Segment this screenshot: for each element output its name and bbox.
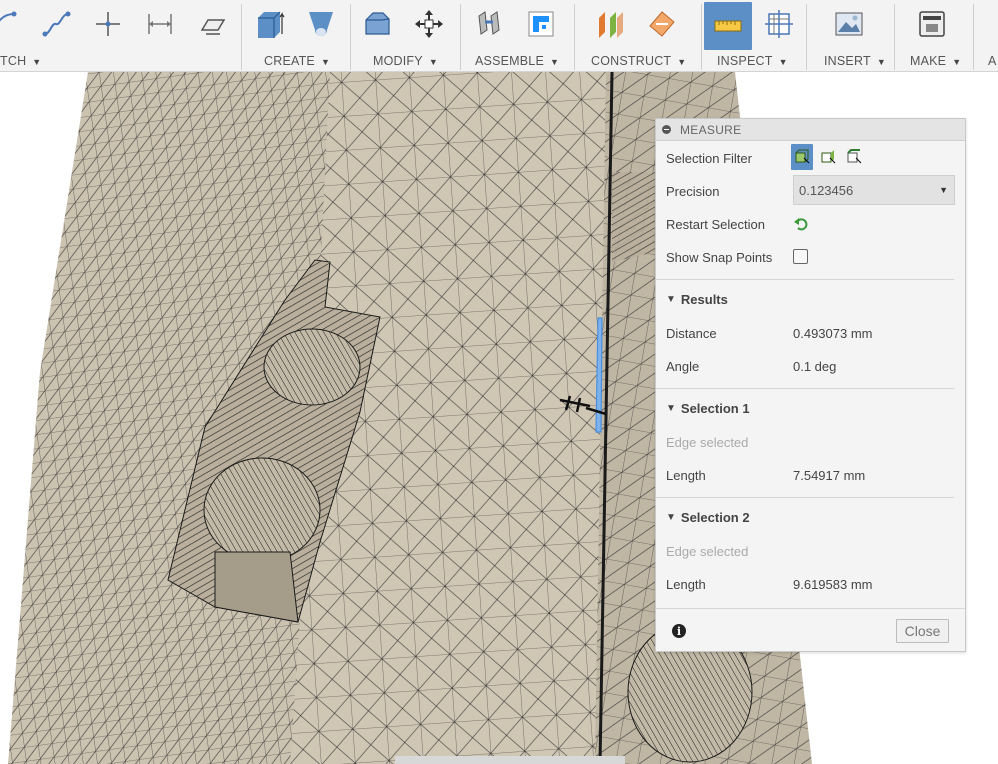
spline-icon[interactable] bbox=[38, 6, 74, 42]
chevron-down-icon: ▼ bbox=[939, 185, 948, 195]
show-snap-points-label: Show Snap Points bbox=[666, 249, 773, 265]
sketch-menu[interactable]: TCH ▼ bbox=[0, 54, 41, 68]
main-toolbar: TCH ▼ CREATE ▼ MODIFY ▼ ASSEMBLE ▼ CONSTRUCT… bbox=[0, 0, 998, 72]
create-form-icon[interactable] bbox=[303, 6, 339, 42]
select-edge-icon bbox=[847, 149, 862, 164]
select-body-icon bbox=[795, 149, 810, 164]
select-face-icon bbox=[821, 150, 836, 164]
construct-menu[interactable]: CONSTRUCT ▼ bbox=[591, 54, 686, 68]
restart-selection-label: Restart Selection bbox=[666, 216, 765, 232]
assemble-menu[interactable]: ASSEMBLE ▼ bbox=[475, 54, 559, 68]
results-section-toggle[interactable]: ▼ Results bbox=[666, 292, 728, 307]
undo-arrow-icon bbox=[794, 218, 808, 231]
precision-select[interactable]: 0.123456 ▼ bbox=[793, 175, 955, 205]
selection-filter-label: Selection Filter bbox=[666, 150, 752, 166]
toolbar-divider bbox=[241, 4, 242, 70]
restart-selection-button[interactable] bbox=[793, 216, 809, 235]
toolbar-divider bbox=[574, 4, 575, 70]
show-snap-points-checkbox[interactable] bbox=[793, 249, 808, 264]
selection2-section-toggle[interactable]: ▼ Selection 2 bbox=[666, 510, 750, 525]
selection1-section-toggle[interactable]: ▼ Selection 1 bbox=[666, 401, 750, 416]
offset-plane-icon[interactable] bbox=[592, 6, 628, 42]
selection1-length-value: 7.54917 mm bbox=[793, 467, 866, 483]
modify-menu[interactable]: MODIFY ▼ bbox=[373, 54, 438, 68]
collapse-icon[interactable] bbox=[662, 125, 671, 134]
selection2-length-value: 9.619583 mm bbox=[793, 576, 873, 592]
toolbar-divider bbox=[701, 4, 702, 70]
inspect-menu[interactable]: INSPECT ▼ bbox=[717, 54, 788, 68]
point-icon[interactable] bbox=[90, 6, 126, 42]
triangle-down-icon: ▼ bbox=[666, 512, 676, 523]
cylinder-hole-upper bbox=[263, 328, 361, 406]
triangle-down-icon: ▼ bbox=[666, 403, 676, 414]
extrude-box-icon[interactable] bbox=[251, 6, 287, 42]
angle-value: 0.1 deg bbox=[793, 358, 837, 374]
sketch-dimension-icon[interactable] bbox=[142, 6, 178, 42]
cylinder-hole-lower bbox=[203, 457, 321, 563]
joint-icon[interactable] bbox=[471, 6, 507, 42]
move-icon[interactable] bbox=[411, 6, 447, 42]
precision-label: Precision bbox=[666, 183, 720, 199]
measure-panel: MEASURE Selection Filter Precision 0.123… bbox=[655, 118, 966, 652]
distance-value: 0.493073 mm bbox=[793, 325, 873, 341]
plane-at-angle-icon[interactable] bbox=[644, 6, 680, 42]
toolbar-divider bbox=[350, 4, 351, 70]
distance-label: Distance bbox=[666, 325, 717, 341]
make-menu[interactable]: MAKE ▼ bbox=[910, 54, 961, 68]
divider bbox=[656, 279, 954, 280]
info-icon[interactable]: i bbox=[672, 624, 686, 638]
measure-tool-icon[interactable] bbox=[704, 2, 752, 50]
measure-panel-header[interactable]: MEASURE bbox=[656, 119, 965, 141]
divider bbox=[656, 388, 954, 389]
angle-label: Angle bbox=[666, 358, 700, 374]
toolbar-divider bbox=[894, 4, 895, 70]
divider bbox=[656, 497, 954, 498]
filter-face-button[interactable] bbox=[817, 144, 839, 170]
selection1-heading: Selection 1 bbox=[680, 401, 750, 416]
close-button[interactable]: Close bbox=[896, 619, 949, 643]
footer-divider bbox=[656, 608, 965, 609]
3d-print-icon[interactable] bbox=[914, 6, 950, 42]
triangle-down-icon: ▼ bbox=[666, 294, 676, 305]
selection1-length-label: Length bbox=[666, 467, 706, 483]
selection2-status: Edge selected bbox=[666, 543, 749, 559]
results-heading: Results bbox=[680, 292, 728, 307]
press-pull-icon[interactable] bbox=[359, 6, 395, 42]
selection2-heading: Selection 2 bbox=[680, 510, 750, 525]
toolbar-divider bbox=[460, 4, 461, 70]
precision-value: 0.123456 bbox=[799, 182, 854, 198]
stop-sketch-icon[interactable] bbox=[194, 6, 230, 42]
selection1-status: Edge selected bbox=[666, 434, 749, 450]
insert-image-icon[interactable] bbox=[831, 6, 867, 42]
filter-edge-button[interactable] bbox=[843, 144, 865, 170]
create-menu[interactable]: CREATE ▼ bbox=[264, 54, 330, 68]
measure-title: MEASURE bbox=[680, 122, 742, 137]
sketch-arc-icon[interactable] bbox=[0, 6, 22, 42]
addins-menu[interactable]: A bbox=[988, 54, 997, 68]
component-icon[interactable] bbox=[523, 6, 559, 42]
filter-body-button[interactable] bbox=[791, 144, 813, 170]
toolbar-divider bbox=[973, 4, 974, 70]
toolbar-divider bbox=[806, 4, 807, 70]
interference-icon[interactable] bbox=[761, 6, 797, 42]
selection2-length-label: Length bbox=[666, 576, 706, 592]
insert-menu[interactable]: INSERT ▼ bbox=[824, 54, 886, 68]
viewport-bottom-bar bbox=[395, 756, 625, 764]
